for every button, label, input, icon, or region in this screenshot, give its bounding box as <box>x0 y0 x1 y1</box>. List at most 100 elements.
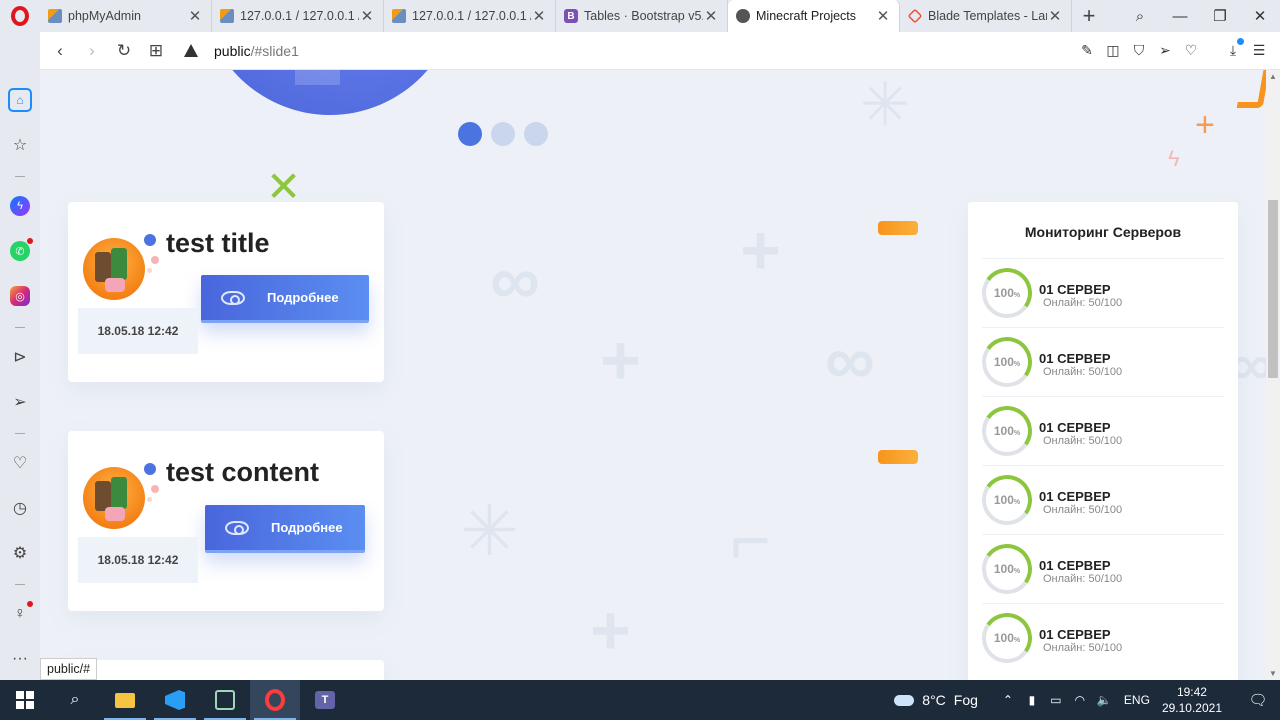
slider-dot[interactable] <box>458 122 482 146</box>
adblock-shield-icon[interactable]: ⛉ <box>1128 42 1150 59</box>
server-row: 100% 01 СЕРВЕР Онлайн: 50/100 <box>978 327 1224 396</box>
volume-icon[interactable]: 🔈 <box>1092 693 1116 707</box>
orange-pill-decoration <box>878 450 918 464</box>
windows-taskbar: ⌕ T 8°C Fog ⌃ ▮ ▭ ◠ 🔈 ENG 19:42 29.10.20… <box>0 680 1280 720</box>
server-online: Онлайн: 50/100 <box>1043 642 1123 654</box>
notification-center-icon[interactable]: 🗨 <box>1236 680 1280 720</box>
plus-decoration-icon: + <box>740 211 781 289</box>
back-button[interactable]: ‹ <box>44 41 76 61</box>
weather-widget[interactable]: 8°C Fog <box>894 692 978 708</box>
server-percent-value: 100 <box>993 493 1014 507</box>
tab-close-icon[interactable]: ✕ <box>531 7 547 25</box>
search-tabs-icon[interactable]: ⌕ <box>1120 8 1160 25</box>
app-window-icon[interactable] <box>200 680 250 720</box>
tab-close-icon[interactable]: ✕ <box>703 7 719 25</box>
project-card: test title Подробнее 18.05.18 12:42 <box>68 202 384 382</box>
windows-logo-icon <box>16 691 34 709</box>
edit-icon[interactable]: ✎ <box>1076 42 1098 59</box>
slider-dot[interactable] <box>491 122 515 146</box>
tab-close-icon[interactable]: ✕ <box>359 7 375 25</box>
show-hidden-icons-chevron-icon[interactable]: ⌃ <box>996 693 1020 707</box>
details-button-label: Подробнее <box>267 290 339 305</box>
not-secure-warning-icon[interactable] <box>184 44 198 57</box>
speed-dial-grid-icon[interactable]: ⊞ <box>140 41 172 61</box>
details-button[interactable]: Подробнее <box>205 505 365 553</box>
file-explorer-icon[interactable] <box>100 680 150 720</box>
usb-device-icon[interactable]: ▮ <box>1020 693 1044 707</box>
details-button[interactable]: Подробнее <box>201 275 369 323</box>
minimize-button[interactable]: — <box>1160 8 1200 25</box>
browser-tab[interactable]: 127.0.0.1 / 127.0.0.1 /✕ <box>384 0 556 32</box>
browser-tab-bar: phpMyAdmin ✕ 127.0.0.1 / 127.0.0.1 /✕ 127.0… <box>0 0 1280 32</box>
tab-close-icon[interactable]: ✕ <box>1047 7 1063 25</box>
history-clock-icon[interactable]: ◷ <box>8 496 32 520</box>
scrollbar-thumb[interactable] <box>1268 200 1278 378</box>
restore-button[interactable]: ❐ <box>1200 7 1240 25</box>
download-icon[interactable]: ⤓ <box>1222 38 1244 59</box>
clock-time: 19:42 <box>1176 685 1207 699</box>
plus-decoration-icon: + <box>590 591 631 669</box>
tab-close-icon[interactable]: ✕ <box>187 7 203 25</box>
vscode-icon[interactable] <box>150 680 200 720</box>
camera-snapshot-icon[interactable]: ◫ <box>1102 42 1124 59</box>
pinboards-heart-icon[interactable]: ♡ <box>8 451 32 475</box>
opera-menu-icon[interactable] <box>0 0 40 32</box>
close-window-button[interactable]: ✕ <box>1240 7 1280 25</box>
opera-taskbar-icon[interactable] <box>250 680 300 720</box>
orange-plus-decoration-icon: + <box>1195 106 1215 144</box>
tab-close-icon[interactable]: ✕ <box>875 7 891 25</box>
scroll-up-arrow-icon[interactable]: ▲ <box>1269 72 1277 81</box>
plus-decoration-icon: + <box>600 321 641 399</box>
browser-tab[interactable]: Blade Templates - Lar ✕ <box>900 0 1072 32</box>
teams-icon[interactable]: T <box>300 680 350 720</box>
slider-pagination <box>458 122 548 146</box>
whatsapp-icon[interactable]: ✆ <box>8 238 33 263</box>
eye-icon <box>225 520 249 535</box>
search-icon[interactable]: ⌕ <box>50 680 100 720</box>
percent-sign: % <box>1013 568 1021 575</box>
page-scrollbar[interactable]: ▲ ▼ <box>1266 70 1280 680</box>
browser-tab[interactable]: B Tables · Bootstrap v5. ✕ <box>556 0 728 32</box>
messenger-icon[interactable]: ϟ <box>8 194 32 218</box>
clock[interactable]: 19:42 29.10.2021 <box>1162 684 1222 716</box>
reload-button[interactable]: ↻ <box>108 41 140 61</box>
laravel-icon <box>907 8 923 24</box>
home-icon[interactable]: ⌂ <box>8 88 32 112</box>
easy-setup-icon[interactable]: ☰ <box>1248 42 1270 59</box>
cloud-icon <box>894 694 915 706</box>
browser-tab[interactable]: 127.0.0.1 / 127.0.0.1 /✕ <box>212 0 384 32</box>
server-row: 100% 01 СЕРВЕР Онлайн: 50/100 <box>978 258 1224 327</box>
percent-sign: % <box>1013 637 1021 644</box>
status-dot <box>142 232 158 248</box>
percent-sign: % <box>1013 361 1021 368</box>
instagram-icon[interactable]: ◎ <box>8 284 32 308</box>
project-avatar <box>83 467 145 529</box>
input-language[interactable]: ENG <box>1124 693 1150 707</box>
tips-lightbulb-icon[interactable]: ♀ <box>8 601 33 626</box>
bookmarks-star-icon[interactable]: ☆ <box>8 133 32 157</box>
card-title: test content <box>166 457 320 487</box>
flow-send-icon[interactable]: ➢ <box>8 390 32 414</box>
start-button[interactable] <box>0 680 50 720</box>
phpmyadmin-icon <box>48 9 62 23</box>
wifi-icon[interactable]: ◠ <box>1068 693 1092 707</box>
scroll-down-arrow-icon[interactable]: ▼ <box>1269 669 1277 678</box>
weather-desc: Fog <box>953 692 978 708</box>
server-percent: 100% <box>982 286 1032 300</box>
send-icon[interactable]: ➢ <box>1154 42 1176 59</box>
more-options-icon[interactable]: ··· <box>8 647 32 671</box>
tab-label: Minecraft Projects <box>756 9 857 23</box>
browser-tab[interactable]: phpMyAdmin ✕ <box>40 0 212 32</box>
player-icon[interactable]: ⊳ <box>8 345 32 369</box>
url-field[interactable]: public/#slide1 <box>214 43 299 59</box>
decor-dot <box>151 485 159 493</box>
clock-date: 29.10.2021 <box>1161 701 1222 715</box>
bookmark-heart-icon[interactable]: ♡ <box>1180 42 1202 59</box>
battery-icon[interactable]: ▭ <box>1044 693 1068 707</box>
server-name: 01 СЕРВЕР <box>1039 489 1111 504</box>
new-tab-button[interactable]: + <box>1072 3 1106 29</box>
browser-tab[interactable]: Minecraft Projects ✕ <box>728 0 900 32</box>
settings-gear-icon[interactable]: ⚙ <box>8 541 32 565</box>
forward-button[interactable]: › <box>76 41 108 61</box>
slider-dot[interactable] <box>524 122 548 146</box>
